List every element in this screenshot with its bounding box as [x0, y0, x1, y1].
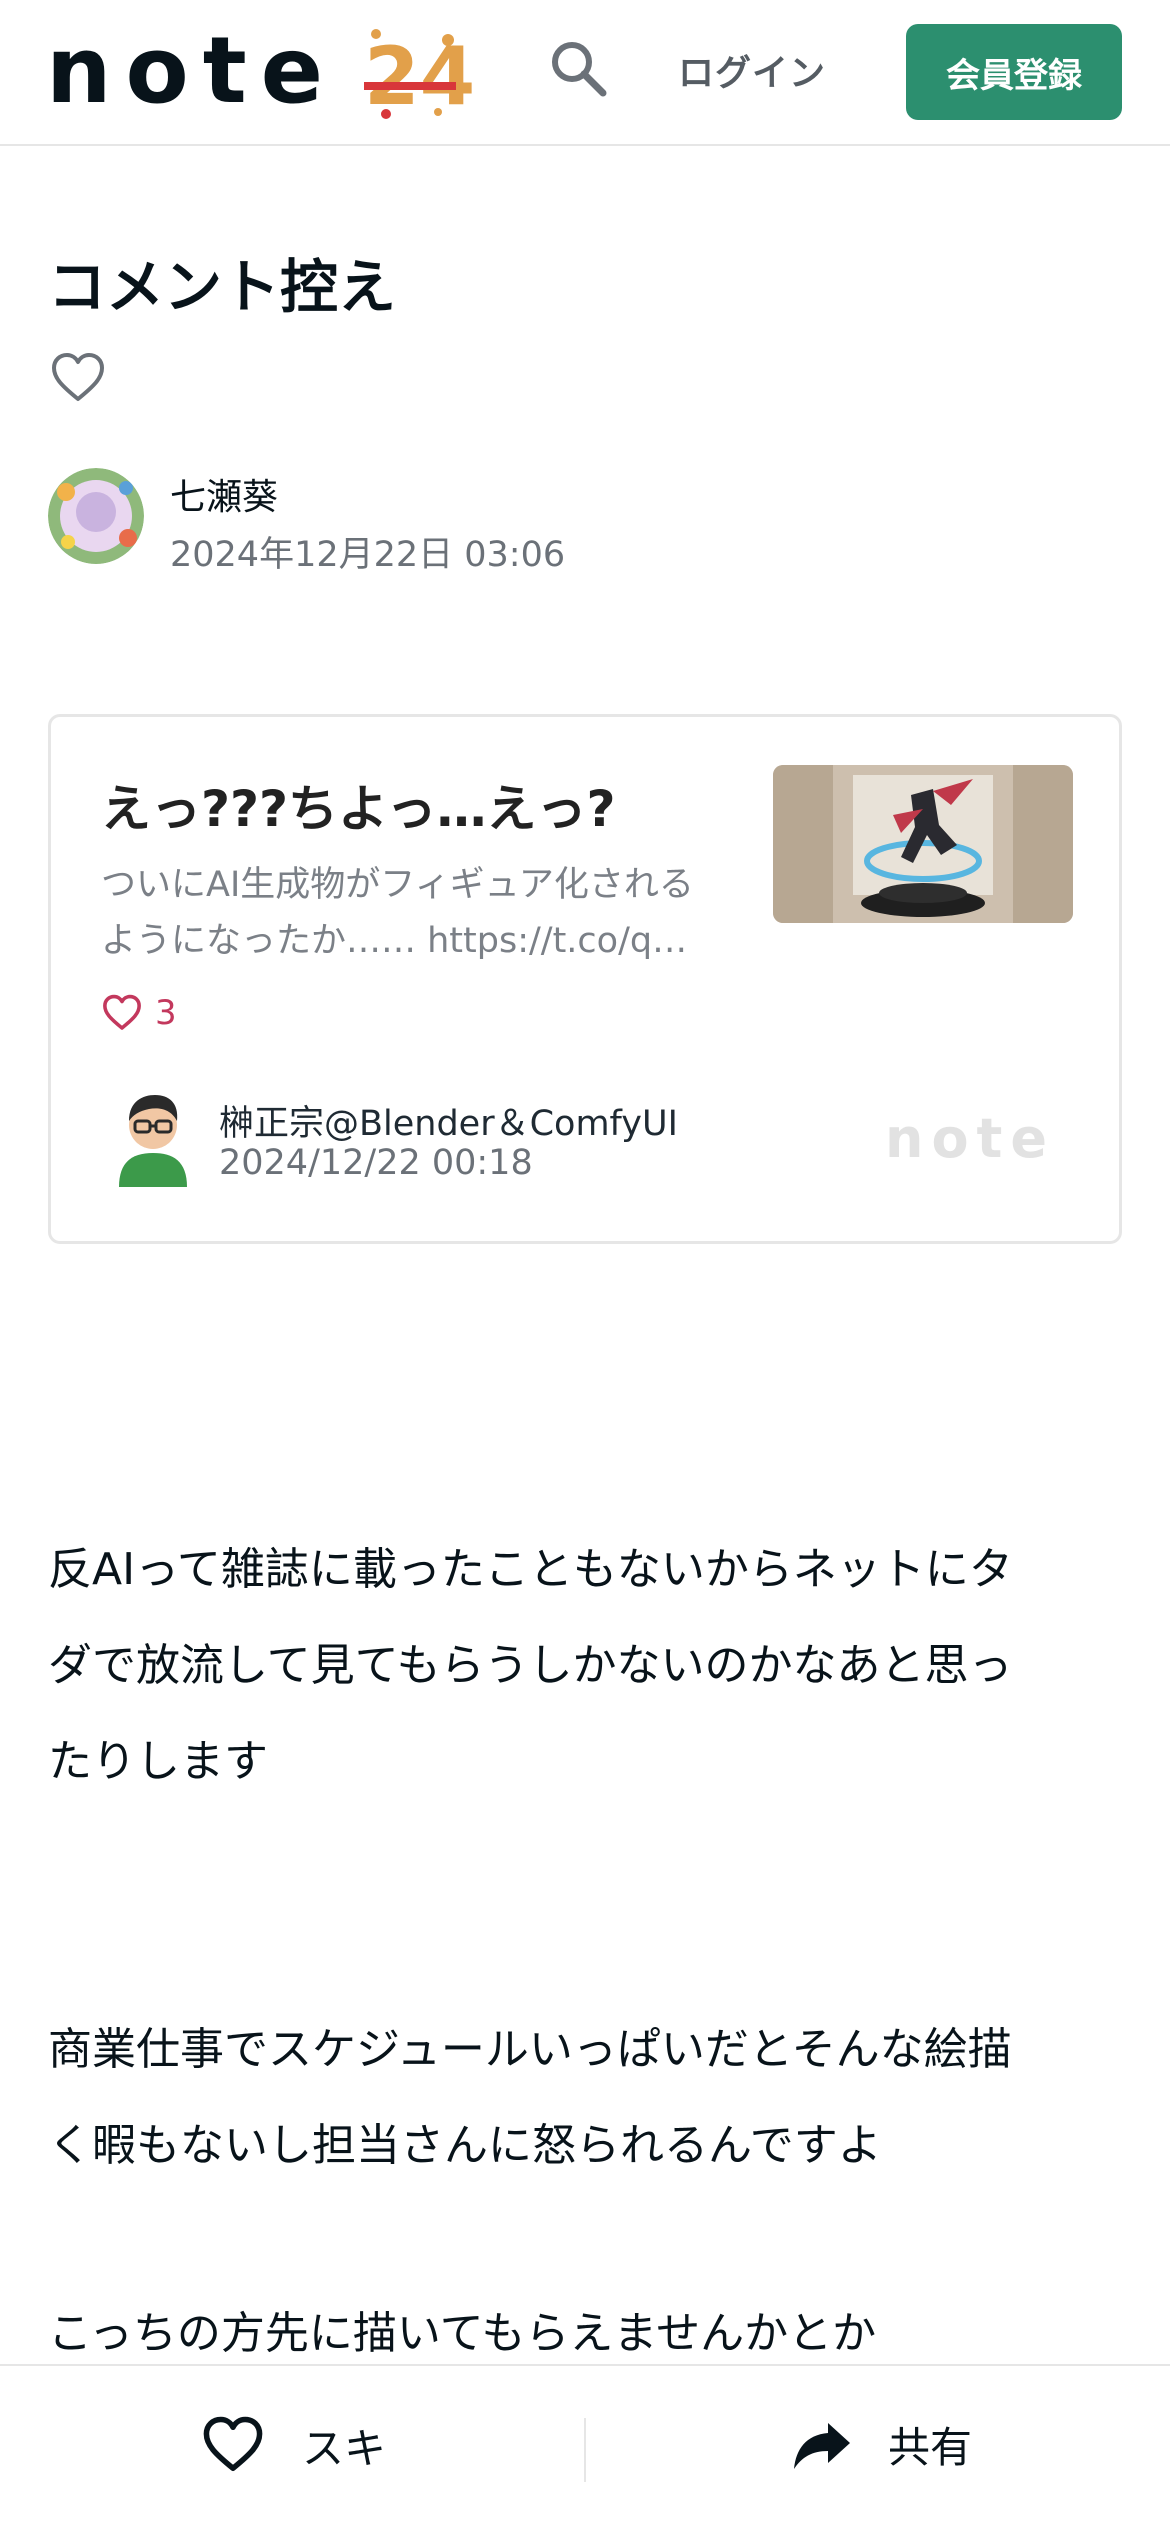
svg-text:note: note	[885, 1107, 1055, 1167]
embed-likes: 3	[101, 993, 177, 1033]
embed-date: 2024/12/22 00:18	[219, 1143, 533, 1183]
heart-icon[interactable]	[50, 350, 106, 406]
embed-desc-line: ついにAI生成物がフィギュア化される	[101, 865, 694, 905]
signup-button[interactable]: 会員登録	[906, 24, 1122, 120]
author-avatar[interactable]	[48, 468, 144, 564]
heart-icon	[103, 994, 141, 1030]
note-logo[interactable]: note 24	[46, 22, 476, 122]
page-title: コメント控え	[48, 253, 397, 321]
share-button[interactable]: 共有	[792, 2414, 972, 2475]
publish-date: 2024年12月22日 03:06	[170, 535, 566, 575]
login-link[interactable]: ログイン	[678, 44, 826, 96]
embed-author-avatar	[109, 1087, 197, 1187]
avatar-image	[48, 468, 144, 564]
svg-text:note: note	[46, 22, 337, 122]
embed-thumbnail	[773, 765, 1073, 923]
embed-card[interactable]: えっ???ちよっ…えっ? ついにAI生成物がフィギュア化される ようになったか……	[48, 714, 1122, 1244]
share-label: 共有	[888, 2423, 973, 2472]
embed-desc-line: ようになったか…… https://t.co/q…	[101, 921, 688, 961]
bar-divider	[584, 2418, 586, 2482]
share-arrow-icon	[794, 2422, 850, 2469]
svg-text:24: 24	[364, 30, 475, 122]
author-name[interactable]: 七瀬葵	[170, 468, 278, 520]
paragraph-line: 商業仕事でスケジュールいっぱいだとそんな絵描	[48, 2024, 1012, 2075]
bottom-action-bar: スキ 共有	[0, 2364, 1170, 2532]
embed-description: ついにAI生成物がフィギュア化される ようになったか…… https://t.c…	[101, 857, 721, 969]
like-button[interactable]: スキ	[200, 2414, 386, 2476]
logo-24-badge: 24	[364, 29, 475, 122]
like-label: スキ	[302, 2423, 387, 2473]
search-icon[interactable]	[548, 38, 610, 100]
site-header: note 24 ログイン 会員登録	[0, 0, 1170, 146]
paragraph-line: く暇もないし担当さんに怒られるんですよ	[48, 2120, 882, 2171]
embed-title: えっ???ちよっ…えっ?	[101, 780, 616, 838]
paragraph-line: 反AIって雑誌に載ったこともないからネットにタ	[48, 1544, 1013, 1595]
paragraph-line: たりします	[48, 1736, 268, 1787]
note-watermark-logo: note	[885, 1107, 1055, 1167]
embed-author-name: 榊正宗@Blender＆ComfyUI	[219, 1104, 678, 1144]
body-paragraph: 反AIって雑誌に載ったこともないからネットにタ ダで放流して見てもらうしかないの…	[48, 1522, 1122, 1810]
paragraph-line: ダで放流して見てもらうしかないのかなあと思っ	[48, 1640, 1013, 1691]
embed-like-count: 3	[155, 993, 177, 1033]
heart-icon	[203, 2416, 263, 2472]
body-paragraph: 商業仕事でスケジュールいっぱいだとそんな絵描 く暇もないし担当さんに怒られるんで…	[48, 2002, 1122, 2194]
